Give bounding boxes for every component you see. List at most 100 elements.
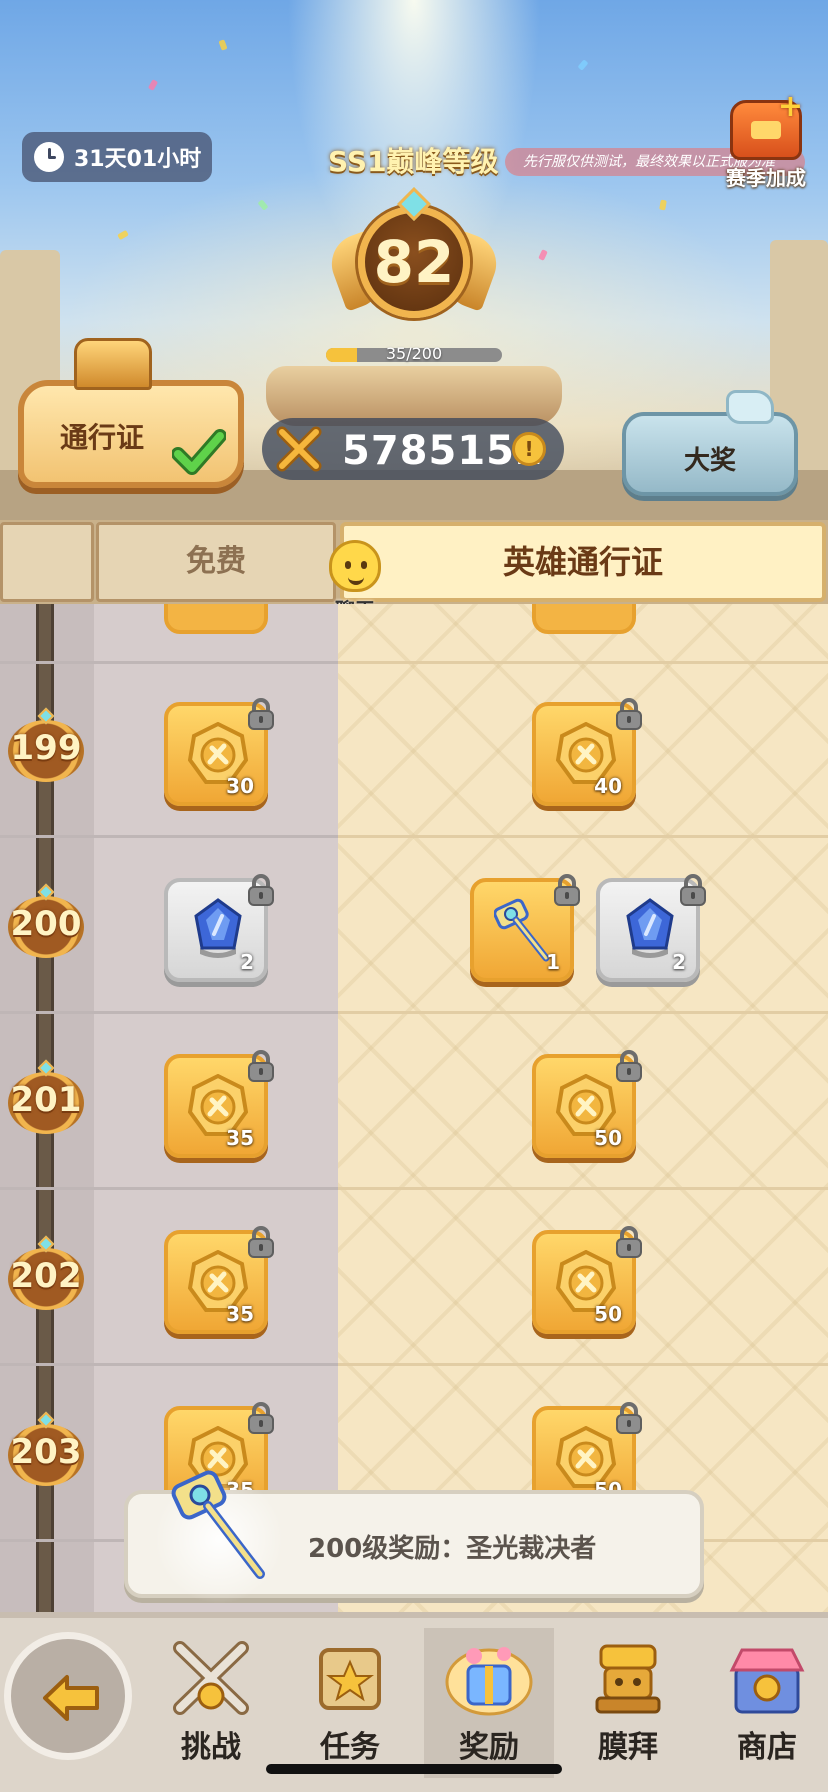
table-row: 201 35 50 [0, 1014, 828, 1190]
lock-icon [552, 874, 582, 906]
reward-item[interactable]: 40 [532, 698, 642, 806]
crystal-icon [188, 898, 248, 962]
level-node: 199 [8, 707, 84, 784]
ice-icon [726, 390, 774, 424]
level-number: 199 [10, 728, 82, 768]
table-row: 199 30 40 [0, 662, 828, 838]
level-number: 200 [10, 904, 82, 944]
level-badge: 82 [323, 187, 505, 336]
pass-button[interactable]: 通行证 [18, 338, 244, 488]
toast-text: 200级奖励：圣光裁决者 [308, 1534, 597, 1564]
level-number: 82 [358, 206, 470, 318]
nav-label: 挑战 [181, 1730, 241, 1765]
reward-item[interactable]: 2 [164, 874, 274, 982]
season-title: SS1巅峰等级 [328, 145, 499, 178]
clock-icon [34, 142, 64, 172]
confetti [147, 79, 159, 91]
crystal-icon [620, 898, 680, 962]
level-node: 202 [8, 1235, 84, 1312]
level-node: 203 [8, 1411, 84, 1488]
crossed-swords-icon [276, 426, 322, 472]
lock-icon [246, 698, 276, 730]
level-node: 200 [8, 883, 84, 960]
tab-free[interactable]: 免费 [96, 522, 336, 602]
reward-quantity: 2 [240, 950, 254, 974]
level-number: 203 [10, 1432, 82, 1472]
nav-item-2[interactable]: 奖励 [424, 1628, 554, 1778]
reward-item[interactable]: 50 [532, 1226, 642, 1334]
crown-icon [74, 338, 152, 390]
confetti [257, 199, 269, 211]
reward-quantity: 30 [226, 774, 254, 798]
treasure-chest-icon: + [730, 89, 803, 160]
nav-item-0[interactable]: 挑战 [146, 1628, 276, 1778]
pass-label: 通行证 [60, 421, 145, 454]
lock-icon [614, 1402, 644, 1434]
level-node: 201 [8, 1059, 84, 1136]
tab-hero-pass[interactable]: 英雄通行证 [340, 522, 826, 602]
confetti [117, 229, 129, 241]
table-row [0, 604, 828, 664]
coin-icon: ! [512, 432, 546, 466]
reward-item[interactable]: 1 [470, 874, 580, 982]
totem-icon [583, 1638, 673, 1718]
gift-box-icon [444, 1638, 534, 1718]
nav-item-1[interactable]: 任务 [285, 1628, 415, 1778]
lock-icon [614, 1226, 644, 1258]
pedestal [266, 366, 562, 426]
table-row: 202 35 50 [0, 1190, 828, 1366]
level-number: 201 [10, 1080, 82, 1120]
back-button[interactable] [4, 1632, 132, 1760]
tab-corner [0, 522, 94, 602]
confetti [577, 59, 589, 71]
back-arrow-icon [43, 1675, 99, 1721]
currency-display: 5785152 ! [262, 418, 564, 480]
confetti [218, 39, 228, 51]
lock-icon [246, 874, 276, 906]
reward-list[interactable]: 1993040200212201355020235502033550 [0, 604, 828, 1612]
season-bonus-label: 赛季加成 [726, 166, 806, 190]
scroll-icon [305, 1638, 395, 1718]
lock-icon [246, 1050, 276, 1082]
season-banner: 31天01小时 SS1巅峰等级 先行服仅供测试，最终效果以正式服为准 + 赛季加… [0, 0, 828, 520]
xp-text: 35/200 [385, 344, 443, 363]
hammer-icon [493, 898, 554, 962]
hammer-icon [171, 1470, 265, 1579]
checkmark-icon [172, 429, 226, 475]
confetti [538, 249, 548, 261]
reward-item[interactable]: 50 [532, 1050, 642, 1158]
nav-item-3[interactable]: 膜拜 [563, 1628, 693, 1778]
table-row: 200 2 1 2 [0, 838, 828, 1014]
reward-quantity: 35 [226, 1126, 254, 1150]
reward-quantity: 2 [672, 950, 686, 974]
reward-quantity: 1 [546, 950, 560, 974]
nav-label: 奖励 [459, 1730, 519, 1765]
reward-item[interactable]: 35 [164, 1226, 274, 1334]
season-bonus-button[interactable]: + 赛季加成 [716, 89, 816, 191]
grand-prize-button[interactable]: 大奖 [622, 390, 798, 496]
lock-icon [246, 1402, 276, 1434]
reward-tabs: 免费 英雄通行证 [0, 520, 828, 604]
home-indicator [266, 1764, 562, 1774]
crossed-swords-icon [166, 1638, 256, 1718]
lock-icon [246, 1226, 276, 1258]
reward-quantity: 35 [226, 1302, 254, 1326]
shop-icon [722, 1638, 812, 1718]
reward-item[interactable]: 30 [164, 698, 274, 806]
grand-prize-label: 大奖 [683, 446, 736, 476]
lock-icon [614, 1050, 644, 1082]
reward-item[interactable]: 2 [596, 874, 706, 982]
timer-text: 31天01小时 [74, 147, 202, 172]
plus-icon: + [777, 89, 803, 124]
nav-label: 膜拜 [598, 1730, 658, 1765]
nav-item-4[interactable]: 商店 [702, 1628, 828, 1778]
reward-item[interactable]: 35 [164, 1050, 274, 1158]
lock-icon [678, 874, 708, 906]
reward-quantity: 50 [594, 1302, 622, 1326]
reward-quantity: 50 [594, 1126, 622, 1150]
nav-label: 商店 [737, 1730, 797, 1765]
lock-icon [614, 698, 644, 730]
confetti [659, 199, 667, 211]
level-number: 202 [10, 1256, 82, 1296]
season-timer: 31天01小时 [22, 132, 212, 182]
